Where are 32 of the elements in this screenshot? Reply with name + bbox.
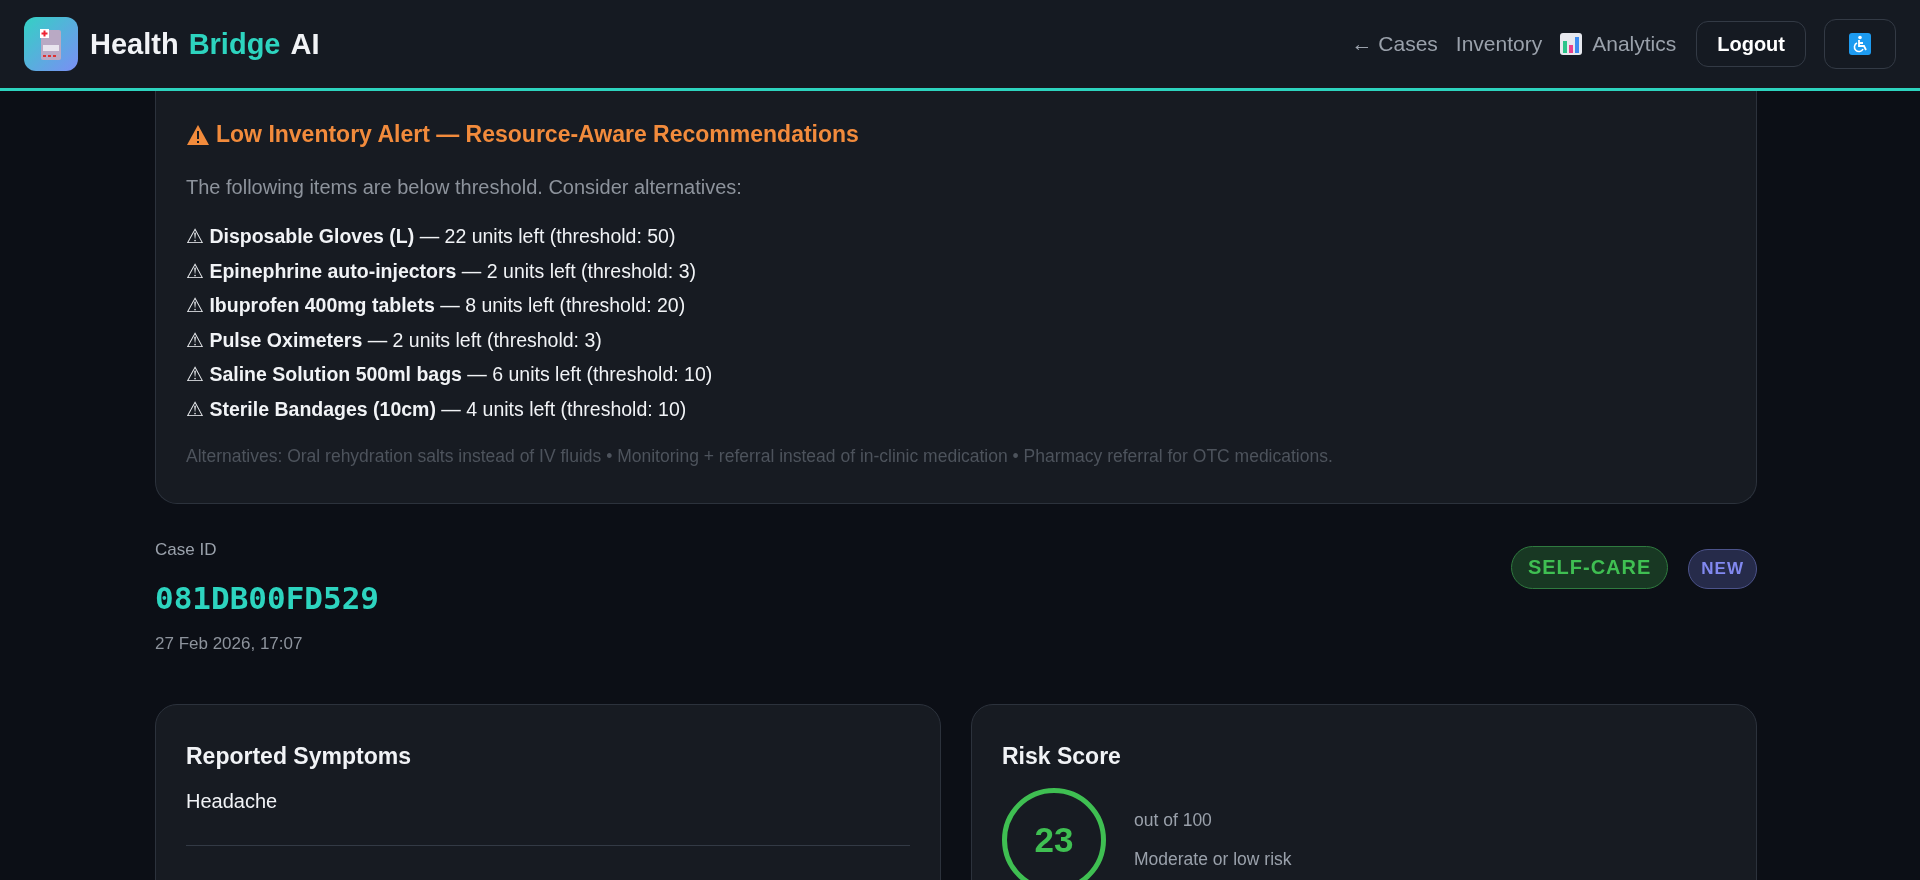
triage-badge: SELF-CARE bbox=[1510, 546, 1669, 589]
warning-icon bbox=[186, 123, 210, 146]
case-date: 27 Feb 2026, 17:07 bbox=[155, 634, 304, 654]
symptom-text: Headache bbox=[186, 790, 279, 813]
case-id: 081DB00FD529 bbox=[155, 580, 379, 616]
accessibility-button[interactable] bbox=[1824, 19, 1896, 69]
brand-name: AI bbox=[290, 27, 320, 61]
nav-link[interactable]: Inventory bbox=[1455, 32, 1543, 56]
risk-description: Moderate or low risk bbox=[1134, 849, 1292, 870]
brand-name: Health bbox=[90, 27, 179, 61]
nav-link[interactable]: ← Cases bbox=[1351, 32, 1438, 56]
card-title: Reported Symptoms bbox=[186, 743, 412, 770]
status-badge: NEW bbox=[1688, 549, 1757, 589]
inventory-item: ⚠ Ibuprofen 400mg tablets — 8 units left (threshold: 20) bbox=[186, 293, 687, 318]
inventory-item: ⚠ Pulse Oximeters — 2 units left (threshold: 3) bbox=[186, 327, 603, 353]
card-title: Risk Score bbox=[1002, 743, 1122, 770]
brand-name: Bridge bbox=[188, 27, 281, 61]
wheelchair-icon bbox=[1849, 33, 1871, 55]
logo-icon bbox=[24, 17, 78, 71]
bar-chart-icon bbox=[1560, 33, 1583, 55]
inventory-item: ⚠ Disposable Gloves (L) — 22 units left (threshold: 50) bbox=[186, 224, 677, 249]
logout-button[interactable]: Logout bbox=[1696, 21, 1806, 67]
nav-link[interactable]: Analytics bbox=[1560, 32, 1677, 56]
inventory-item: ⚠ Sterile Bandages (10cm) — 4 units left (threshold: 10) bbox=[186, 396, 688, 422]
alert-intro: The following items are below threshold. Consider alternatives: bbox=[186, 176, 743, 199]
score-scale: out of 100 bbox=[1134, 810, 1213, 831]
alternatives-note: Alternatives: Oral rehydration salts instead of IV fluids • Monitoring + referral instead of in-clinic medication • Pharmacy referral for OTC medications. bbox=[186, 446, 1334, 467]
inventory-item: ⚠ Epinephrine auto-injectors — 2 units left (threshold: 3) bbox=[186, 258, 697, 284]
alert-title-text: Low Inventory Alert — Resource-Aware Recommendations bbox=[216, 121, 859, 148]
case-id-label: Case ID bbox=[155, 540, 218, 560]
inventory-item: ⚠ Saline Solution 500ml bags — 6 units left (threshold: 10) bbox=[186, 362, 714, 387]
risk-score-ring: 23 bbox=[1002, 788, 1106, 880]
